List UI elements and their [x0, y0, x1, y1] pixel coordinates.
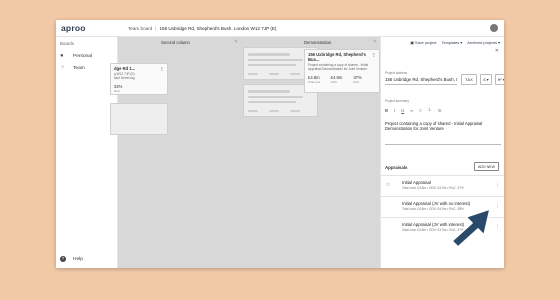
appraisals-title: Appraisals — [385, 165, 408, 170]
chevron-down-icon: ▾ — [460, 39, 463, 45]
save-icon: ▣ — [410, 39, 414, 45]
skeleton-line — [248, 96, 303, 98]
breadcrumb-separator: | — [155, 25, 157, 31]
kebab-icon[interactable]: ⋮ — [372, 52, 376, 62]
help-label: Help — [73, 256, 83, 262]
help-icon: ? — [60, 256, 66, 262]
app-logo[interactable]: aproo — [56, 23, 118, 33]
skeleton-line — [248, 53, 290, 56]
pencil-icon[interactable]: ✎ — [373, 39, 377, 45]
kebab-icon[interactable]: ⋮ — [495, 224, 500, 230]
card-metric-label: Total cost — [308, 80, 321, 84]
sidebar-heading: Boards — [60, 41, 74, 46]
summary-label: Project summary — [385, 99, 409, 103]
skeleton-line — [248, 101, 296, 103]
templates-dropdown[interactable]: Templates▾ — [442, 40, 463, 45]
skeleton-line — [269, 73, 279, 75]
column-title: Second column — [161, 39, 190, 45]
team-icon: ⁘ — [60, 65, 66, 71]
sidebar-item-personal[interactable]: ● Personal — [56, 50, 117, 62]
help-link[interactable]: ? Help — [60, 256, 83, 262]
card-metric-label: RoC — [353, 80, 360, 84]
sidebar-item-label: Team — [73, 65, 85, 71]
board-column-2-skeleton — [243, 37, 318, 268]
card-title: dge Rd 1... — [114, 66, 136, 71]
user-icon[interactable] — [490, 24, 498, 32]
demo-card[interactable]: 156 Uxbridge Rd, Shepherd's Bus... ⋮ Proj… — [304, 49, 380, 93]
skeleton-line — [290, 73, 300, 75]
bold-icon[interactable]: B — [385, 108, 388, 113]
chevron-down-icon: ▾ — [498, 39, 500, 45]
skeleton-line — [248, 110, 258, 112]
ordered-list-icon[interactable]: ⒈ — [428, 107, 432, 113]
skeleton-line — [248, 64, 296, 66]
board-column-2: Second column ✎ — [155, 37, 241, 268]
italic-icon[interactable]: I — [394, 108, 395, 113]
bullet-list-icon[interactable]: ☰ — [438, 108, 442, 113]
app-window: aproo Team board | 156 Uxbridge Rd, Shephe… — [56, 20, 504, 268]
appraisal-name: Initial Appraisal — [402, 180, 431, 185]
card-desc: Project containing a copy of shared - In… — [308, 63, 369, 71]
address-field[interactable]: 156 Uxbridge Rd, Shepherd's Bush, London… — [385, 75, 457, 85]
summary-textarea[interactable]: Project containing a copy of shared - In… — [385, 121, 501, 145]
sidebar: Boards ● Personal ⁘ Team ? Help — [56, 37, 118, 268]
format-toolbar: B I U ∞ ≡ ⒈ ☰ — [385, 106, 448, 114]
appraisal-name: Initial Appraisal (JV with no interest) — [402, 201, 471, 206]
underline-icon[interactable]: U — [401, 108, 404, 113]
sidebar-item-label: Personal — [73, 53, 92, 59]
skeleton-line — [248, 59, 303, 61]
breadcrumb: Team board | 156 Uxbridge Rd, Shepherd's B… — [128, 26, 276, 31]
panel-toolbar: ▣Save project Templates▾ Archived projec… — [381, 37, 504, 47]
currency-select[interactable]: £ ▾ — [480, 74, 492, 85]
person-icon: ● — [60, 53, 64, 59]
skeleton-line — [248, 90, 290, 93]
arrow-pointer-icon — [451, 208, 491, 248]
save-project-button[interactable]: ▣Save project — [410, 40, 436, 45]
pencil-icon[interactable]: ✎ — [234, 39, 238, 45]
appraisal-row[interactable]: ☆ Initial Appraisal Total cost: £4.8m • … — [381, 175, 504, 196]
sidebar-item-team[interactable]: ⁘ Team — [56, 62, 117, 74]
tax-button[interactable]: TAX — [461, 74, 477, 85]
board-column-3: Demonstration ✎ 156 Uxbridge Rd, Shepher… — [301, 37, 380, 268]
skeleton-line — [269, 110, 279, 112]
close-icon[interactable]: ✕ — [495, 48, 499, 54]
kebab-icon[interactable]: ⋮ — [495, 203, 500, 209]
card-title: 156 Uxbridge Rd, Shepherd's Bus... — [308, 52, 367, 62]
appraisal-meta: Total cost: £4.8m • GDV: £4.9m • RoC: 37… — [402, 186, 464, 190]
align-icon[interactable]: ≡ — [419, 108, 421, 113]
skeleton-line — [290, 110, 300, 112]
card-metric-label: GDV — [330, 80, 337, 84]
breadcrumb-parent[interactable]: Team board — [128, 26, 152, 31]
unit-select[interactable]: ft² ▾ — [495, 74, 504, 85]
archived-projects-dropdown[interactable]: Archived projects▾ — [467, 40, 500, 45]
column-title: Demonstration — [304, 39, 332, 45]
skeleton-line — [248, 73, 258, 75]
link-icon[interactable]: ∞ — [410, 108, 413, 113]
add-new-button[interactable]: ADD NEW — [474, 162, 499, 171]
breadcrumb-current: 156 Uxbridge Rd, Shepherd's Bush, London… — [159, 25, 277, 31]
top-bar: aproo Team board | 156 Uxbridge Rd, Shephe… — [56, 20, 504, 37]
board: dge Rd 1... ⋮ g W12 7JP (E) sent Demo lag… — [110, 37, 380, 268]
kebab-icon[interactable]: ⋮ — [495, 182, 500, 188]
star-icon[interactable]: ☆ — [386, 182, 390, 188]
